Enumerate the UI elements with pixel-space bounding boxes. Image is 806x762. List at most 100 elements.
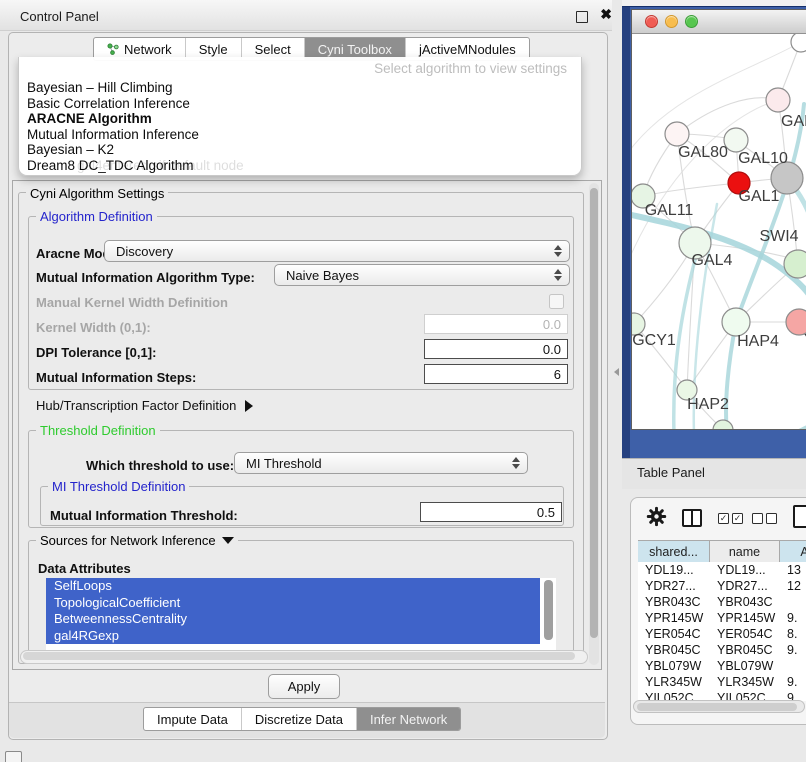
hub-section-label: Hub/Transcription Factor Definition	[36, 398, 236, 413]
dpi-tolerance-field[interactable]	[424, 339, 568, 359]
table-cell: 8.	[780, 627, 806, 641]
data-attribute-selfloops[interactable]: SelfLoops	[46, 578, 540, 595]
close-window-icon[interactable]	[645, 15, 658, 28]
which-threshold-label: Which threshold to use:	[86, 458, 234, 473]
kernel-width-field[interactable]	[424, 314, 568, 334]
splitter-collapse-icon[interactable]	[614, 368, 619, 376]
aracne-mode-select[interactable]: Discovery	[104, 240, 570, 262]
aracne-mode-value: Discovery	[116, 244, 173, 259]
gear-icon[interactable]	[646, 506, 667, 532]
network-node-y[interactable]	[786, 309, 806, 335]
control-panel-title: Control Panel	[20, 9, 99, 24]
split-columns-icon[interactable]	[682, 509, 702, 527]
table-cell: YDL19...	[638, 563, 710, 577]
network-node-hap4[interactable]	[722, 308, 750, 336]
float-window-icon[interactable]	[576, 11, 588, 23]
mi-threshold-field[interactable]	[420, 502, 562, 522]
close-icon[interactable]: ✖	[600, 6, 612, 23]
deselect-all-columns-icon[interactable]	[752, 513, 777, 524]
settings-horizontal-scrollbar[interactable]	[20, 650, 588, 664]
network-node[interactable]	[791, 34, 806, 52]
table-cell: YDR27...	[710, 579, 780, 593]
panel-splitter[interactable]	[612, 0, 622, 762]
table-cell: YBR043C	[638, 595, 710, 609]
desktop-shadow	[622, 0, 630, 458]
algorithm-option-dream8-dc-tdc-algorithm[interactable]: Dream8 DC_TDC Algorithm	[27, 158, 573, 174]
table-cell: 13	[780, 563, 806, 577]
select-all-columns-icon[interactable]: ✓ ✓	[718, 513, 743, 524]
desktop-top-strip	[622, 0, 806, 7]
table-horizontal-scrollbar[interactable]	[633, 700, 805, 713]
checked-box-icon: ✓	[718, 513, 729, 524]
table-cell: YBL079W	[638, 659, 710, 673]
tab-infer-network[interactable]: Infer Network	[356, 708, 460, 730]
sources-legend-label: Sources for Network Inference	[40, 533, 216, 548]
table-panel-title: Table Panel	[637, 465, 705, 480]
mi-threshold-definition-legend: MI Threshold Definition	[48, 479, 189, 494]
window-controls	[645, 15, 698, 28]
tab-label: Cyni Toolbox	[318, 42, 392, 57]
unchecked-box-icon	[766, 513, 777, 524]
tab-label: Network	[124, 42, 172, 57]
minimized-panel-icon[interactable]	[5, 751, 22, 762]
mi-steps-field[interactable]	[424, 364, 568, 384]
table-row[interactable]: YPR145WYPR145W9.	[638, 610, 806, 626]
column-header-shared[interactable]: shared...	[638, 541, 710, 563]
column-header-name[interactable]: name	[710, 541, 780, 563]
network-nodes: GALGAL80GAL10GAL1GAL11GAL4SWI4GCY1HAP4YH…	[632, 34, 806, 429]
algorithm-option-bayesian-k2[interactable]: Bayesian – K2	[27, 142, 573, 158]
table-horizontal-scrollbar-thumb[interactable]	[637, 703, 797, 711]
apply-button[interactable]: Apply	[268, 674, 340, 699]
algorithm-option-aracne-algorithm[interactable]: ARACNE Algorithm	[27, 111, 573, 127]
which-threshold-select[interactable]: MI Threshold	[234, 452, 528, 474]
tab-discretize-data[interactable]: Discretize Data	[241, 708, 356, 730]
mi-type-value: Naive Bayes	[286, 268, 359, 283]
minimize-window-icon[interactable]	[665, 15, 678, 28]
network-node-label: GAL80	[678, 144, 728, 161]
tab-label: Select	[255, 42, 291, 57]
network-canvas[interactable]: GALGAL80GAL10GAL1GAL11GAL4SWI4GCY1HAP4YH…	[632, 34, 806, 429]
settings-horizontal-scrollbar-thumb[interactable]	[23, 652, 575, 660]
algorithm-option-mutual-information-inference[interactable]: Mutual Information Inference	[27, 127, 573, 143]
data-attribute-betweennesscentrality[interactable]: BetweennessCentrality	[46, 611, 540, 628]
document-icon[interactable]	[793, 505, 806, 528]
network-node-swi4[interactable]	[784, 250, 806, 278]
settings-vertical-scrollbar-thumb[interactable]	[590, 188, 598, 638]
mi-type-select[interactable]: Naive Bayes	[274, 264, 570, 286]
table-row[interactable]: YER054CYER054C8.	[638, 626, 806, 642]
table-row[interactable]: YDL19...YDL19...13	[638, 562, 806, 578]
mi-type-label: Mutual Information Algorithm Type:	[36, 270, 255, 285]
network-node-gal[interactable]	[766, 88, 790, 112]
tab-impute-data[interactable]: Impute Data	[144, 708, 241, 730]
table-row[interactable]: YDR27...YDR27...12	[638, 578, 806, 594]
network-window-titlebar[interactable]	[632, 10, 806, 34]
tab-label: jActiveMNodules	[419, 42, 516, 57]
mi-steps-label: Mutual Information Steps:	[36, 370, 196, 385]
data-attributes-list[interactable]: SelfLoopsTopologicalCoefficientBetweenne…	[46, 578, 556, 652]
manual-kernel-checkbox[interactable]	[549, 294, 564, 309]
algorithm-list: Bayesian – Hill ClimbingBasic Correlatio…	[27, 80, 573, 174]
network-node[interactable]	[713, 420, 733, 429]
network-node-gal80[interactable]	[665, 122, 689, 146]
tab-label: Infer Network	[370, 712, 447, 727]
sources-legend[interactable]: Sources for Network Inference	[36, 533, 238, 548]
table-row[interactable]: YLR345WYLR345W9.	[638, 674, 806, 690]
table-row[interactable]: YBL079WYBL079W	[638, 658, 806, 674]
hub-section-row[interactable]: Hub/Transcription Factor Definition	[36, 398, 253, 413]
table-row[interactable]: YBR043CYBR043C	[638, 594, 806, 610]
data-attribute-topologicalcoefficient[interactable]: TopologicalCoefficient	[46, 595, 540, 612]
collapse-arrow-icon[interactable]	[222, 537, 234, 544]
table-cell: YDR27...	[638, 579, 710, 593]
zoom-window-icon[interactable]	[685, 15, 698, 28]
data-attribute-gal4rgexp[interactable]: gal4RGexp	[46, 628, 540, 645]
table-cell: 9.	[780, 611, 806, 625]
expand-arrow-icon[interactable]	[245, 400, 253, 412]
column-header-a[interactable]: A	[780, 541, 806, 563]
table-row[interactable]: YBR045CYBR045C9.	[638, 642, 806, 658]
algorithm-option-bayesian-hill-climbing[interactable]: Bayesian – Hill Climbing	[27, 80, 573, 96]
table-cell: YLR345W	[638, 675, 710, 689]
algorithm-definition-legend: Algorithm Definition	[36, 209, 157, 224]
table-cell: YBR045C	[638, 643, 710, 657]
algorithm-option-basic-correlation-inference[interactable]: Basic Correlation Inference	[27, 96, 573, 112]
list-scrollbar-thumb[interactable]	[544, 580, 553, 640]
